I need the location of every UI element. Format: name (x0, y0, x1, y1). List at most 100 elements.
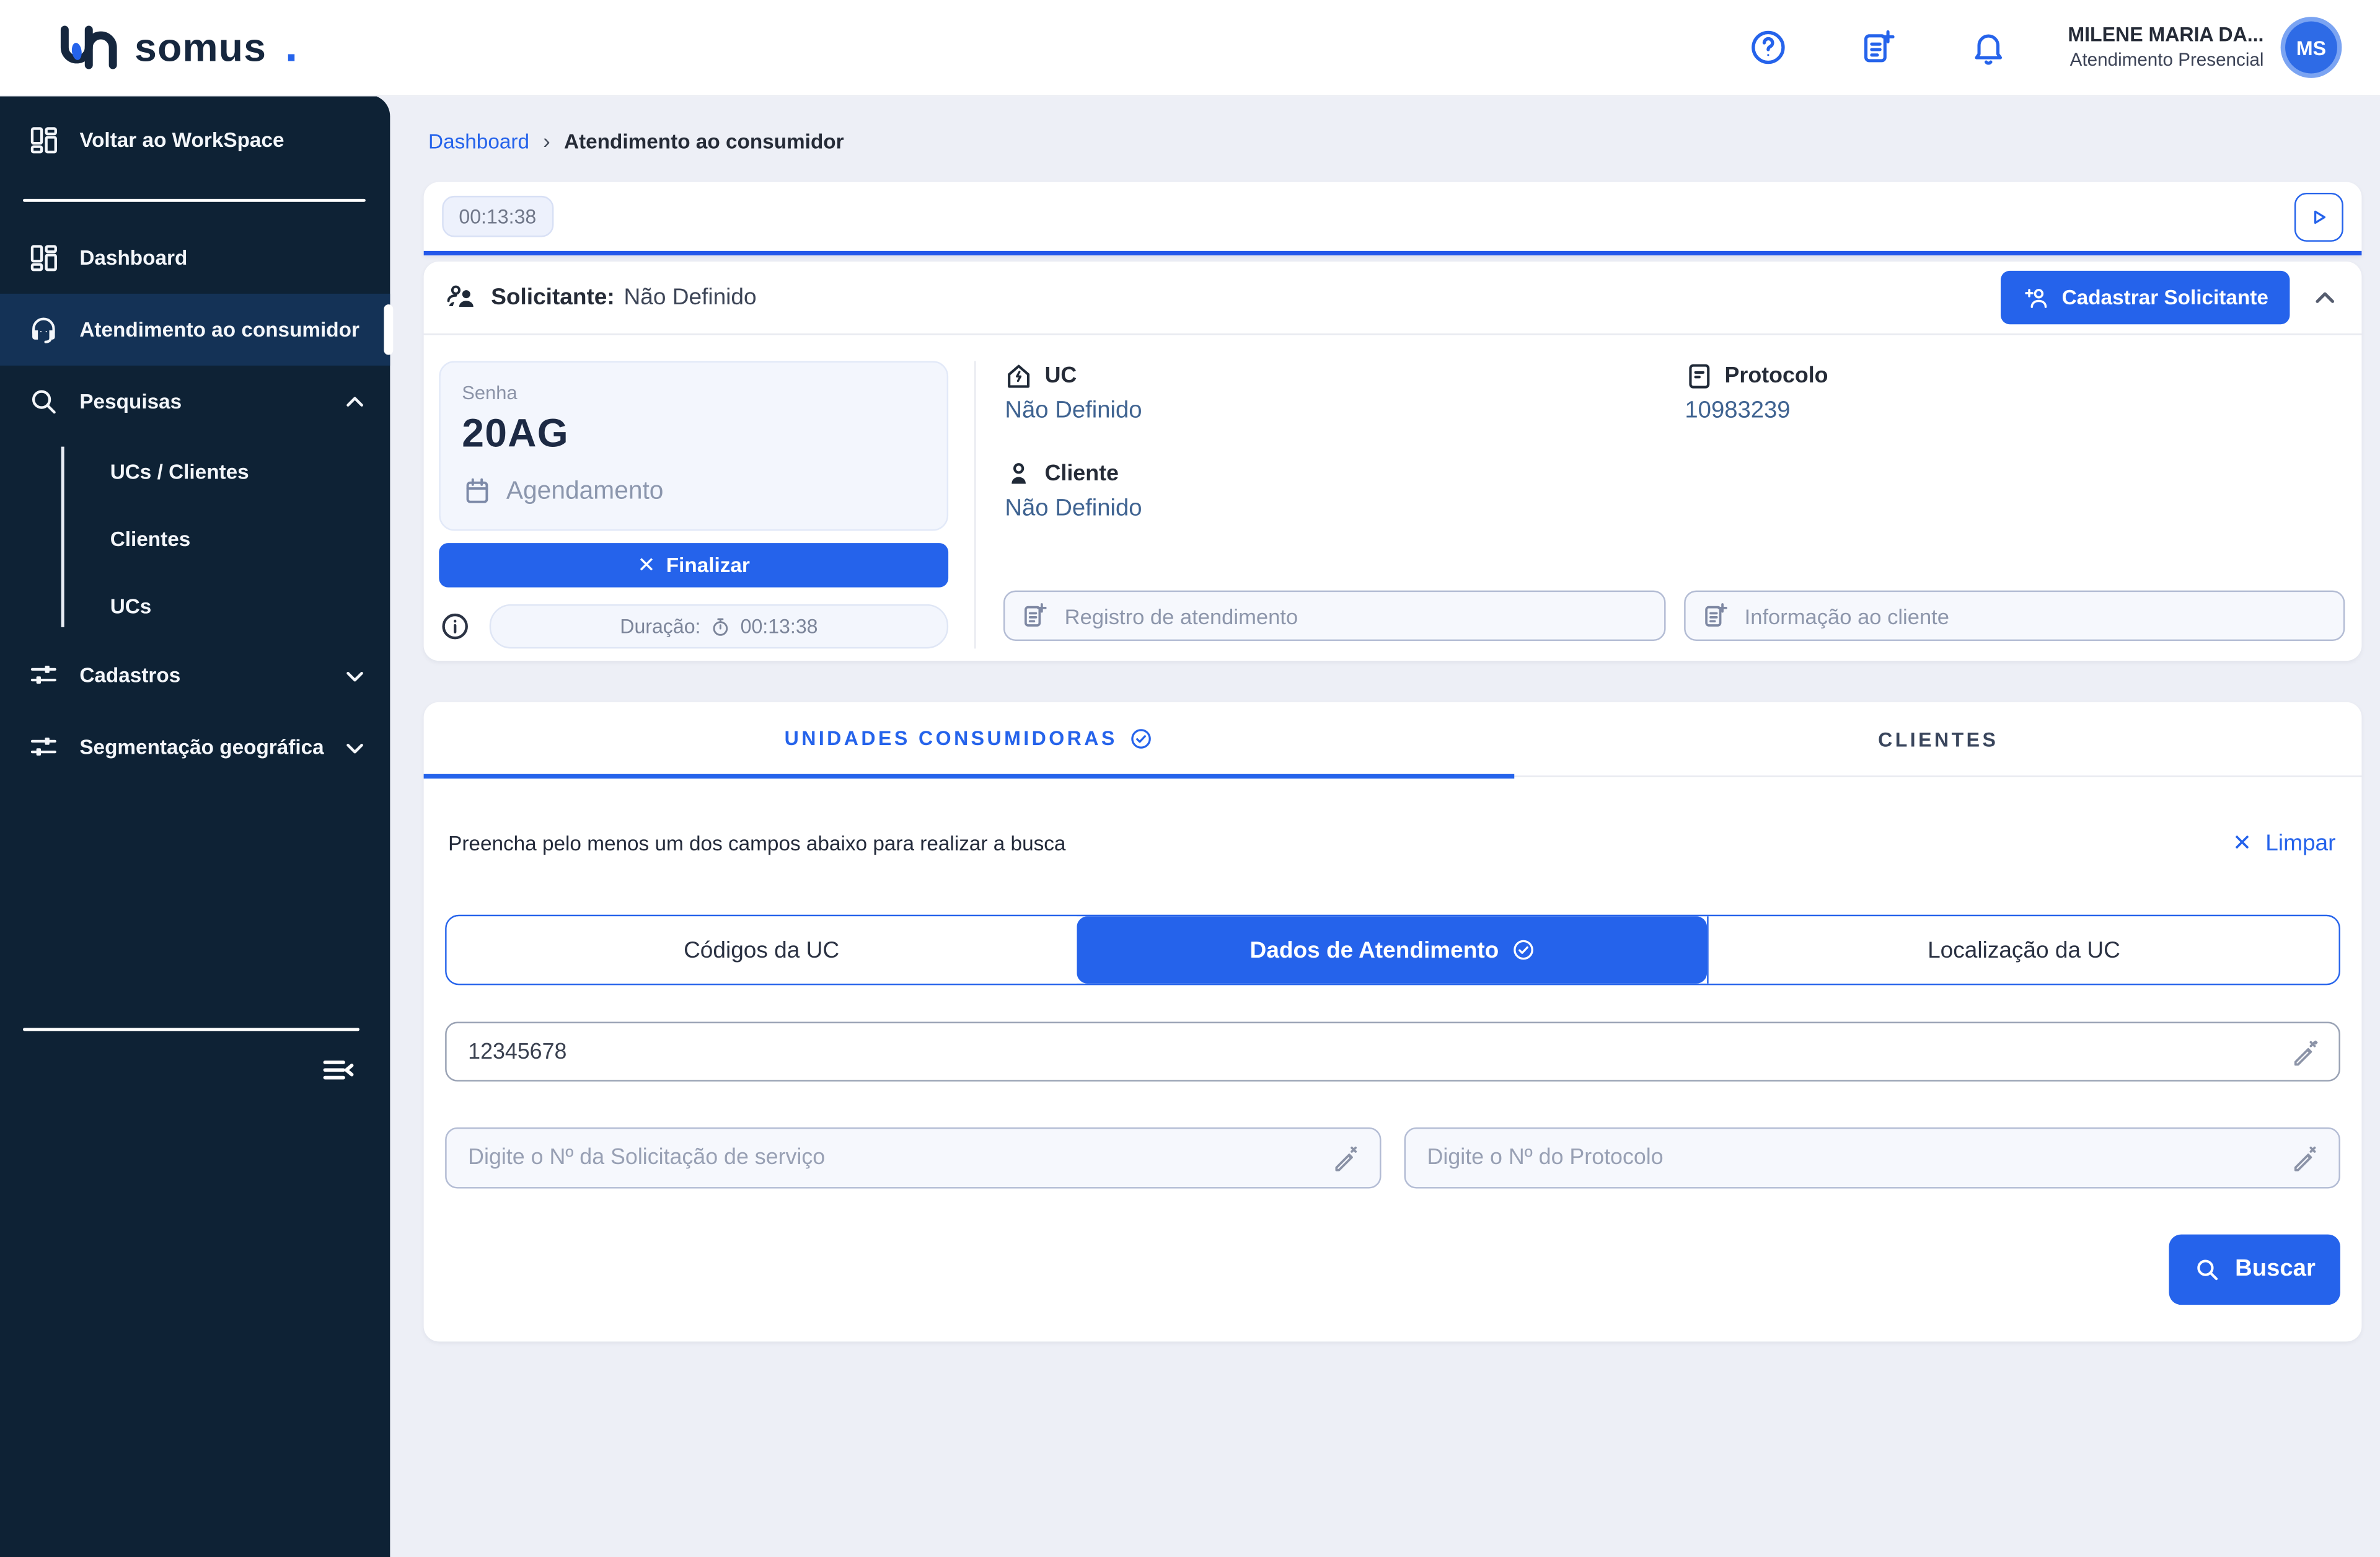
top-bar-actions: MILENE MARIA DA... Atendimento Presencia… (1680, 22, 2380, 74)
duration-label: Duração: (620, 615, 700, 638)
registro-atendimento-field[interactable] (1003, 591, 1665, 641)
check-circle-icon (1511, 938, 1535, 962)
user-name: MILENE MARIA DA... (2068, 24, 2263, 48)
close-icon: ✕ (2232, 829, 2252, 857)
breadcrumb-separator: › (543, 128, 550, 152)
note-add-icon (1020, 601, 1049, 630)
sidebar-item-segmentacao[interactable]: Segmentação geográfica (0, 712, 390, 783)
tabs: UNIDADES CONSUMIDORAS CLIENTES (424, 702, 2362, 777)
breadcrumb: Dashboard › Atendimento ao consumidor (428, 128, 2380, 152)
breadcrumb-current: Atendimento ao consumidor (564, 130, 844, 152)
attendance-panel: Solicitante: Não Definido Cadastrar Soli… (424, 262, 2362, 661)
tab-label: CLIENTES (1878, 727, 1998, 750)
segment-localizacao-uc[interactable]: Localização da UC (1708, 916, 2338, 984)
uc-block: UC Não Definido (1003, 361, 1665, 425)
sidebar-subitem-clientes[interactable]: Clientes (61, 505, 390, 572)
sidebar-subitem-label: UCs / Clientes (110, 460, 249, 483)
sidebar-item-label: Segmentação geográfica (79, 736, 324, 759)
headset-icon (26, 313, 60, 346)
search-hint: Preencha pelo menos um dos campos abaixo… (448, 831, 1065, 854)
uc-value: Não Definido (1005, 398, 1665, 425)
pesquisas-submenu: UCs / Clientes Clientes UCs (0, 438, 390, 640)
sidebar-subitem-ucs-clientes[interactable]: UCs / Clientes (61, 438, 390, 505)
informacao-cliente-input[interactable] (1742, 602, 2328, 629)
informacao-cliente-field[interactable] (1683, 591, 2345, 641)
close-icon: ✕ (637, 552, 655, 578)
protocolo-search-field[interactable] (1404, 1127, 2340, 1189)
logo-dot: . (285, 40, 298, 55)
sidebar-item-pesquisas[interactable]: Pesquisas (0, 366, 390, 438)
user-info: MILENE MARIA DA... Atendimento Presencia… (2068, 24, 2263, 71)
magic-wand-icon[interactable] (1331, 1143, 1361, 1173)
chevron-up-icon[interactable] (341, 388, 368, 415)
atendimento-search-field[interactable] (445, 1022, 2340, 1082)
help-icon[interactable] (1747, 26, 1789, 69)
uc-label: UC (1045, 364, 1077, 388)
sidebar-subitem-ucs[interactable]: UCs (61, 572, 390, 640)
workspace-grid-icon (26, 123, 60, 157)
sidebar-item-dashboard[interactable]: Dashboard (0, 222, 390, 294)
chevron-down-icon[interactable] (341, 661, 368, 689)
buscar-label: Buscar (2235, 1256, 2316, 1283)
protocolo-search-input[interactable] (1424, 1144, 2278, 1171)
dashboard-grid-icon (26, 241, 60, 275)
new-record-icon[interactable] (1857, 26, 1900, 69)
solicitacao-servico-field[interactable] (445, 1127, 1381, 1189)
protocolo-label: Protocolo (1725, 364, 1828, 388)
stopwatch-icon (710, 615, 731, 637)
collapse-sidebar-icon[interactable] (320, 1052, 356, 1089)
cliente-value: Não Definido (1005, 496, 1665, 523)
collapse-section-chevron-icon[interactable] (2310, 282, 2340, 312)
tab-label: UNIDADES CONSUMIDORAS (785, 726, 1117, 749)
segment-label: Localização da UC (1928, 937, 2120, 963)
duration-chip: Duração: 00:13:38 (490, 604, 948, 649)
duration-value: 00:13:38 (741, 615, 818, 638)
chevron-down-icon[interactable] (341, 733, 368, 761)
house-bolt-icon (1003, 361, 1034, 391)
tab-clientes[interactable]: CLIENTES (1515, 702, 2361, 775)
tab-unidades-consumidoras[interactable]: UNIDADES CONSUMIDORAS (424, 702, 1515, 778)
atendimento-search-input[interactable] (465, 1038, 2277, 1065)
senha-value: 20AG (462, 410, 925, 457)
sidebar-item-voltar-workspace[interactable]: Voltar ao WorkSpace (0, 104, 390, 176)
sidebar-item-label: Atendimento ao consumidor (79, 318, 359, 341)
cadastrar-solicitante-label: Cadastrar Solicitante (2062, 286, 2268, 309)
limpar-label: Limpar (2265, 830, 2335, 856)
finalizar-label: Finalizar (666, 554, 750, 576)
main-content: Dashboard › Atendimento ao consumidor 00… (390, 95, 2380, 1557)
limpar-button[interactable]: ✕ Limpar (2232, 829, 2335, 857)
solicitante-value: Não Definido (624, 284, 757, 311)
segment-label: Dados de Atendimento (1250, 937, 1499, 963)
sidebar-item-label: Cadastros (79, 664, 180, 687)
notifications-bell-icon[interactable] (1967, 26, 2010, 69)
sidebar-subitem-label: Clientes (110, 527, 191, 550)
user-role: Atendimento Presencial (2068, 48, 2263, 71)
search-icon (2194, 1256, 2221, 1283)
registro-atendimento-input[interactable] (1062, 602, 1648, 629)
sidebar-item-atendimento[interactable]: Atendimento ao consumidor (0, 294, 390, 366)
senha-label: Senha (462, 382, 925, 404)
solicitacao-servico-input[interactable] (465, 1144, 1318, 1171)
sidebar: Voltar ao WorkSpace Dashboard (0, 95, 390, 1557)
magic-wand-icon[interactable] (2290, 1036, 2320, 1067)
avatar[interactable]: MS (2285, 22, 2337, 74)
info-icon[interactable] (439, 611, 471, 643)
cliente-block: Cliente Não Definido (1003, 459, 1665, 523)
solicitante-row: Solicitante: Não Definido Cadastrar Soli… (424, 262, 2362, 333)
finalizar-button[interactable]: ✕ Finalizar (439, 543, 948, 588)
magic-wand-icon[interactable] (2290, 1143, 2320, 1173)
sliders-icon (26, 730, 60, 764)
segment-label: Códigos da UC (684, 937, 839, 963)
segment-codigos-uc[interactable]: Códigos da UC (447, 916, 1077, 984)
cadastrar-solicitante-button[interactable]: Cadastrar Solicitante (2001, 271, 2290, 324)
breadcrumb-dashboard-link[interactable]: Dashboard (428, 130, 529, 152)
people-icon (445, 281, 477, 314)
play-button[interactable] (2294, 192, 2343, 241)
cliente-label: Cliente (1045, 462, 1119, 486)
search-mode-segments: Códigos da UC Dados de Atendimento Local… (445, 915, 2340, 986)
segment-dados-atendimento[interactable]: Dados de Atendimento (1077, 916, 1708, 984)
sidebar-item-cadastros[interactable]: Cadastros (0, 640, 390, 712)
buscar-button[interactable]: Buscar (2169, 1235, 2340, 1305)
senha-column: Senha 20AG Agendamento (439, 361, 948, 648)
somus-logo: somus . (55, 23, 298, 72)
